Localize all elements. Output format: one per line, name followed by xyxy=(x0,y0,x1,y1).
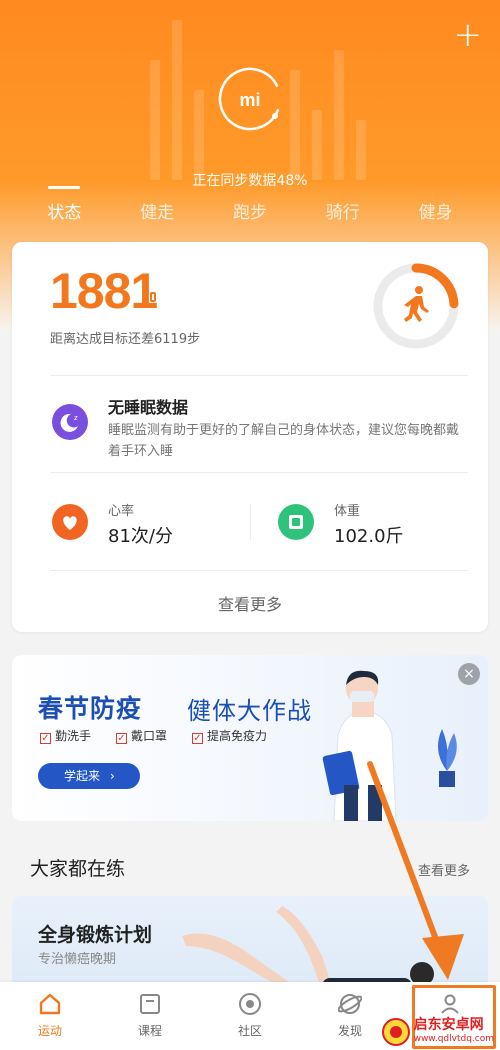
tab-status[interactable]: 状态 xyxy=(29,186,99,223)
heart-icon xyxy=(52,504,88,540)
banner-check-item: ✓ 勤洗手 xyxy=(40,729,92,744)
scale-icon xyxy=(278,504,314,540)
divider xyxy=(50,472,468,473)
band-icon xyxy=(150,292,156,302)
course-icon xyxy=(140,994,160,1014)
walking-person-icon xyxy=(404,286,429,322)
sleep-description: 睡眠监测有助于更好的了解自己的身体状态，建议您每晚都戴着手环入睡 xyxy=(108,423,460,459)
view-more-button[interactable]: 查看更多 xyxy=(12,591,488,615)
banner-check-item: ✓ 提高免疫力 xyxy=(192,729,268,744)
wave-bar xyxy=(150,60,160,180)
status-card: 1881 距离达成目标还差6119步 z 无睡眠数据 睡眠监测有助于更好的了解自… xyxy=(12,242,488,632)
goal-remaining: 距离达成目标还差6119步 xyxy=(50,332,201,347)
watermark-url: www.qdlvtdq.com xyxy=(413,1034,494,1044)
wave-bar xyxy=(194,90,204,180)
stat-separator xyxy=(250,504,251,540)
section-title: 大家都在练 xyxy=(30,858,126,880)
tab-walking[interactable]: 健走 xyxy=(122,198,192,223)
weight-label: 体重 xyxy=(334,504,361,519)
add-button[interactable]: + xyxy=(454,18,483,52)
sport-tabs: 状态 健走 跑步 骑行 健身 xyxy=(0,186,500,223)
community-icon xyxy=(239,993,261,1015)
wave-bar xyxy=(290,70,300,180)
watermark-logo-icon xyxy=(381,1018,410,1046)
sleep-title[interactable]: 无睡眠数据 xyxy=(108,394,188,418)
heart-rate-label: 心率 xyxy=(108,504,135,519)
tab-running[interactable]: 跑步 xyxy=(215,198,285,223)
wave-bar xyxy=(334,50,344,180)
banner-check-item: ✓ 戴口罩 xyxy=(116,729,168,744)
wave-bar xyxy=(172,20,182,180)
close-icon[interactable]: × xyxy=(458,663,480,685)
nav-label: 社区 xyxy=(237,1024,262,1038)
nav-item-course[interactable]: 课程 xyxy=(100,982,200,1050)
svg-text:z: z xyxy=(74,414,78,422)
nav-label: 课程 xyxy=(137,1024,162,1038)
step-count[interactable]: 1881 xyxy=(50,262,158,320)
banner-title-rest: 健体大作战 xyxy=(187,697,312,725)
banner-title-bold: 春节防疫 xyxy=(38,694,143,723)
home-icon xyxy=(39,993,61,1015)
divider xyxy=(50,375,468,376)
nav-item-sport[interactable]: 运动 xyxy=(0,982,100,1050)
tab-fitness[interactable]: 健身 xyxy=(401,198,471,223)
divider xyxy=(50,570,468,571)
heart-rate-value[interactable]: 81次/分 xyxy=(108,522,173,548)
weight-value[interactable]: 102.0斤 xyxy=(334,522,404,548)
watermark: 启东安卓网 www.qdlvtdq.com xyxy=(381,1017,494,1046)
annotation-arrow-icon xyxy=(367,761,464,980)
learn-button[interactable]: 学起来 › xyxy=(38,763,140,789)
step-progress-ring[interactable] xyxy=(370,260,462,352)
tab-cycling[interactable]: 骑行 xyxy=(308,198,378,223)
plan-title: 全身锻炼计划 xyxy=(38,924,153,946)
moon-sleep-icon: z xyxy=(52,404,88,440)
watermark-name: 启东安卓网 xyxy=(413,1017,484,1033)
nav-label: 运动 xyxy=(37,1024,62,1038)
plan-subtitle: 专治懒癌晚期 xyxy=(38,952,117,967)
mi-logo-icon[interactable]: mi xyxy=(217,66,283,132)
nav-item-community[interactable]: 社区 xyxy=(200,982,300,1050)
logo-text: mi xyxy=(239,90,260,110)
